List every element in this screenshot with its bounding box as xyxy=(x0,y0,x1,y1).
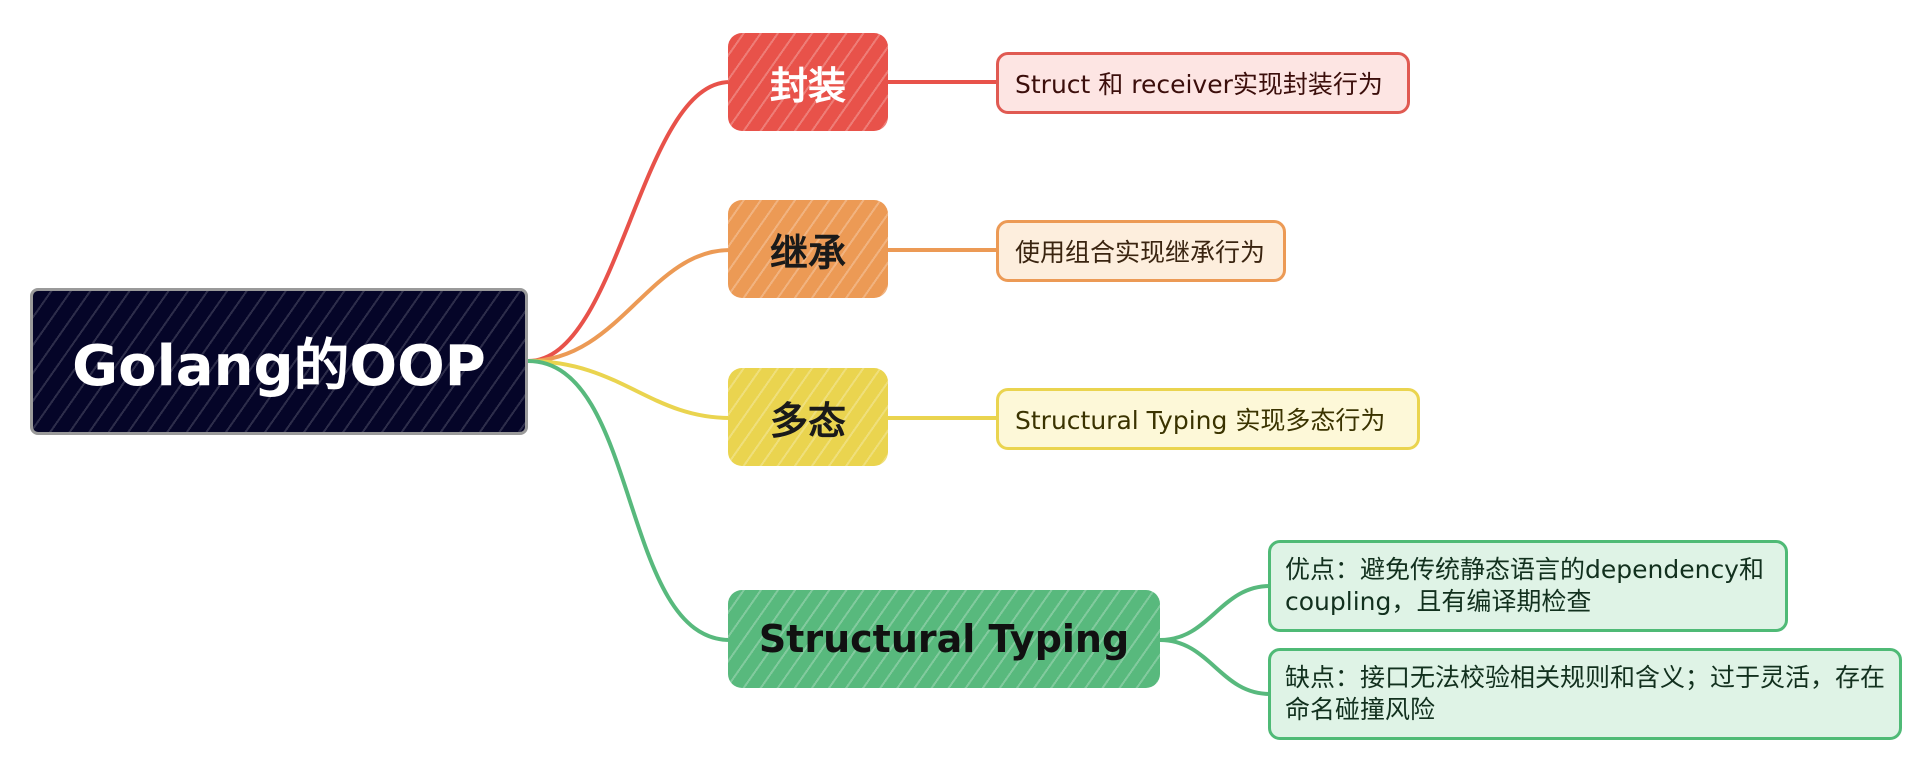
branch-encapsulation[interactable]: 封装 xyxy=(728,33,888,131)
connector-structural-pros xyxy=(1159,584,1271,642)
leaf-structural-pros[interactable]: 优点：避免传统静态语言的dependency和coupling，且有编译期检查 xyxy=(1268,540,1788,632)
connector-root-structural-typing xyxy=(527,359,731,642)
branch-structural-typing[interactable]: Structural Typing xyxy=(728,590,1160,688)
connector-structural-cons xyxy=(1159,638,1271,696)
leaf-structural-cons[interactable]: 缺点：接口无法校验相关规则和含义；过于灵活，存在命名碰撞风险 xyxy=(1268,648,1902,740)
connector-root-inheritance xyxy=(527,248,731,363)
leaf-polymorphism-detail[interactable]: Structural Typing 实现多态行为 xyxy=(996,388,1420,450)
root-node[interactable]: Golang的OOP xyxy=(30,288,528,435)
leaf-encapsulation-detail[interactable]: Struct 和 receiver实现封装行为 xyxy=(996,52,1410,114)
connector-root-encapsulation xyxy=(527,80,731,363)
branch-inheritance[interactable]: 继承 xyxy=(728,200,888,298)
leaf-inheritance-detail[interactable]: 使用组合实现继承行为 xyxy=(996,220,1286,282)
branch-polymorphism[interactable]: 多态 xyxy=(728,368,888,466)
